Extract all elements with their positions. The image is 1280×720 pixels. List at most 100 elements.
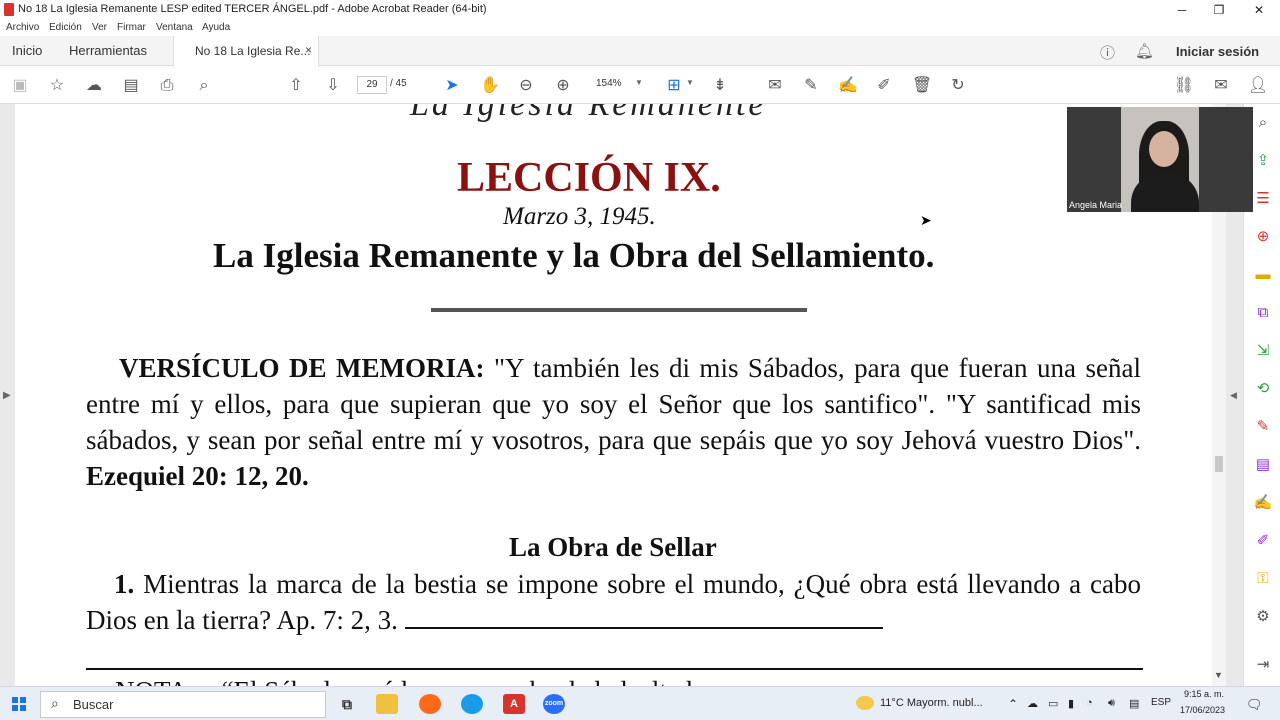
- search-placeholder: Buscar: [73, 697, 114, 712]
- bookmark-star-icon[interactable]: ☆: [46, 75, 68, 97]
- answer-line-2: [86, 668, 1143, 670]
- menu-archivo[interactable]: Archivo: [6, 22, 39, 33]
- find-zoom-icon[interactable]: ⌕: [193, 75, 215, 97]
- help-icon[interactable]: ⓘ: [1100, 42, 1115, 63]
- pdf-page: La Iglesia Remanente LECCIÓN IX. Marzo 3…: [15, 104, 1212, 686]
- email-icon[interactable]: ✉: [1210, 75, 1232, 97]
- section-heading: La Obra de Sellar: [509, 532, 717, 562]
- edit-pdf-icon[interactable]: ▤: [1252, 454, 1274, 476]
- add-user-icon[interactable]: 👤︎: [1247, 75, 1269, 97]
- stamp-edit-icon[interactable]: ✐: [873, 75, 895, 97]
- compress-icon[interactable]: ⇲: [1252, 340, 1274, 362]
- combine-files-icon[interactable]: ⧉: [1252, 302, 1274, 324]
- menu-bar: Archivo Edición Ver Firmar Ventana Ayuda: [0, 20, 1280, 36]
- scroll-mode-icon[interactable]: ⇟: [709, 75, 731, 97]
- fill-sign-icon[interactable]: ✎: [1252, 416, 1274, 438]
- search-icon[interactable]: ⌕: [1252, 112, 1274, 134]
- menu-ver[interactable]: Ver: [92, 22, 107, 33]
- tray-chevron-icon[interactable]: ⌃: [1008, 697, 1018, 711]
- menu-edicion[interactable]: Edición: [49, 22, 82, 33]
- tab-inicio[interactable]: Inicio: [12, 43, 42, 58]
- protect-icon[interactable]: ⚿: [1252, 568, 1274, 590]
- right-panel-toggle-icon[interactable]: ◀: [1230, 390, 1237, 401]
- battery-icon[interactable]: ▮: [1068, 697, 1074, 710]
- previous-page-icon[interactable]: ⇧: [285, 75, 307, 97]
- note-paragraph-partial: NOTA.—“El Sábado será la gran prueba de …: [115, 676, 719, 686]
- zoom-out-icon[interactable]: ⊖: [515, 75, 537, 97]
- zoom-dropdown-icon[interactable]: ▼: [635, 78, 643, 87]
- notification-bell-icon[interactable]: 🔔︎: [1135, 42, 1154, 60]
- memory-verse-paragraph: VERSÍCULO DE MEMORIA: "Y también les di …: [86, 350, 1141, 494]
- more-tools-icon[interactable]: ⚙: [1252, 606, 1274, 628]
- volume-icon[interactable]: 🔊︎: [1108, 697, 1115, 710]
- left-panel-toggle-icon[interactable]: ▶: [3, 390, 11, 401]
- participant-name: Angela Maria: [1069, 200, 1123, 210]
- zoom-app-icon[interactable]: zoom: [543, 694, 565, 714]
- fit-page-icon[interactable]: ⊞: [663, 75, 685, 97]
- zoom-in-icon[interactable]: ⊕: [552, 75, 574, 97]
- minimize-button[interactable]: ─: [1163, 0, 1201, 20]
- notifications-icon[interactable]: 🗨︎: [1246, 697, 1263, 713]
- highlight-pen-icon[interactable]: ✎: [800, 75, 822, 97]
- sign-icon[interactable]: ✍: [837, 75, 859, 97]
- request-signature-icon[interactable]: ✍: [1252, 492, 1274, 514]
- question-1-number: 1.: [114, 569, 135, 599]
- language-indicator[interactable]: ESP: [1151, 697, 1171, 708]
- file-search-icon[interactable]: ▤: [120, 75, 142, 97]
- weather-icon[interactable]: [856, 696, 874, 710]
- wifi-icon[interactable]: ◔: [1086, 697, 1093, 709]
- tab-document[interactable]: No 18 La Iglesia Re... ×: [173, 36, 319, 67]
- acrobat-icon[interactable]: A: [503, 694, 525, 714]
- windows-start-icon[interactable]: [12, 697, 26, 711]
- close-window-button[interactable]: ✕: [1240, 0, 1278, 20]
- participant-face: [1149, 131, 1179, 167]
- comment-tool-icon[interactable]: ▬: [1252, 264, 1274, 286]
- title-divider: [431, 308, 807, 312]
- tray-cloud-icon[interactable]: ☁: [1027, 697, 1038, 710]
- delete-icon[interactable]: 🗑︎: [911, 75, 933, 97]
- convert-icon[interactable]: ⟲: [1252, 378, 1274, 400]
- menu-ventana[interactable]: Ventana: [156, 22, 193, 33]
- upload-cloud-icon[interactable]: ☁: [83, 75, 105, 97]
- clock-time[interactable]: 9:15 a. m.: [1184, 689, 1224, 699]
- menu-firmar[interactable]: Firmar: [117, 22, 146, 33]
- hand-tool-icon[interactable]: ✋: [479, 75, 501, 97]
- rotate-icon[interactable]: ↻: [947, 75, 969, 97]
- weather-text[interactable]: 11°C Mayorm. nubl...: [880, 697, 983, 709]
- document-viewport[interactable]: ▶ La Iglesia Remanente LECCIÓN IX. Marzo…: [0, 104, 1243, 686]
- organize-pages-icon[interactable]: ☰: [1252, 188, 1274, 210]
- running-header: La Iglesia Remanente: [410, 104, 767, 123]
- menu-ayuda[interactable]: Ayuda: [202, 22, 230, 33]
- page-number-input[interactable]: 29: [357, 76, 387, 94]
- collapse-panel-icon[interactable]: ⇥: [1252, 654, 1274, 676]
- close-tab-icon[interactable]: ×: [305, 43, 312, 57]
- save-icon[interactable]: ▣: [9, 75, 31, 97]
- print-icon[interactable]: ⎙: [156, 75, 178, 97]
- sign-tool-icon[interactable]: ✐: [1252, 530, 1274, 552]
- scroll-down-icon[interactable]: ▼: [1214, 670, 1223, 680]
- search-icon: ⌕: [51, 695, 59, 711]
- zoom-level[interactable]: 154%: [596, 78, 622, 89]
- create-pdf-icon[interactable]: ⊕: [1252, 226, 1274, 248]
- tab-herramientas[interactable]: Herramientas: [69, 43, 147, 58]
- fit-dropdown-icon[interactable]: ▼: [686, 78, 694, 87]
- video-call-thumbnail[interactable]: Angela Maria: [1067, 107, 1253, 212]
- firefox-icon[interactable]: [419, 694, 441, 714]
- task-view-icon[interactable]: ⧉: [336, 694, 358, 714]
- share-link-icon[interactable]: ⛓: [1173, 75, 1195, 97]
- comment-icon[interactable]: ✉: [764, 75, 786, 97]
- signin-button[interactable]: Iniciar sesión: [1176, 44, 1259, 59]
- taskbar-search-input[interactable]: ⌕ Buscar: [40, 691, 326, 718]
- file-explorer-icon[interactable]: [376, 694, 398, 714]
- maximize-button[interactable]: ❐: [1200, 0, 1238, 20]
- tray-extra-icon[interactable]: ▤: [1129, 697, 1139, 710]
- next-page-icon[interactable]: ⇩: [322, 75, 344, 97]
- edge-icon[interactable]: [461, 694, 483, 714]
- answer-line[interactable]: [404, 609, 883, 629]
- clock-date[interactable]: 17/06/2023: [1180, 705, 1225, 715]
- tray-monitor-icon[interactable]: ▭: [1048, 697, 1058, 710]
- window-title: No 18 La Iglesia Remanente LESP edited T…: [18, 3, 487, 15]
- scrollbar-thumb[interactable]: [1215, 456, 1223, 472]
- select-cursor-icon[interactable]: ➤: [441, 75, 463, 97]
- export-pdf-icon[interactable]: ⇪: [1252, 150, 1274, 172]
